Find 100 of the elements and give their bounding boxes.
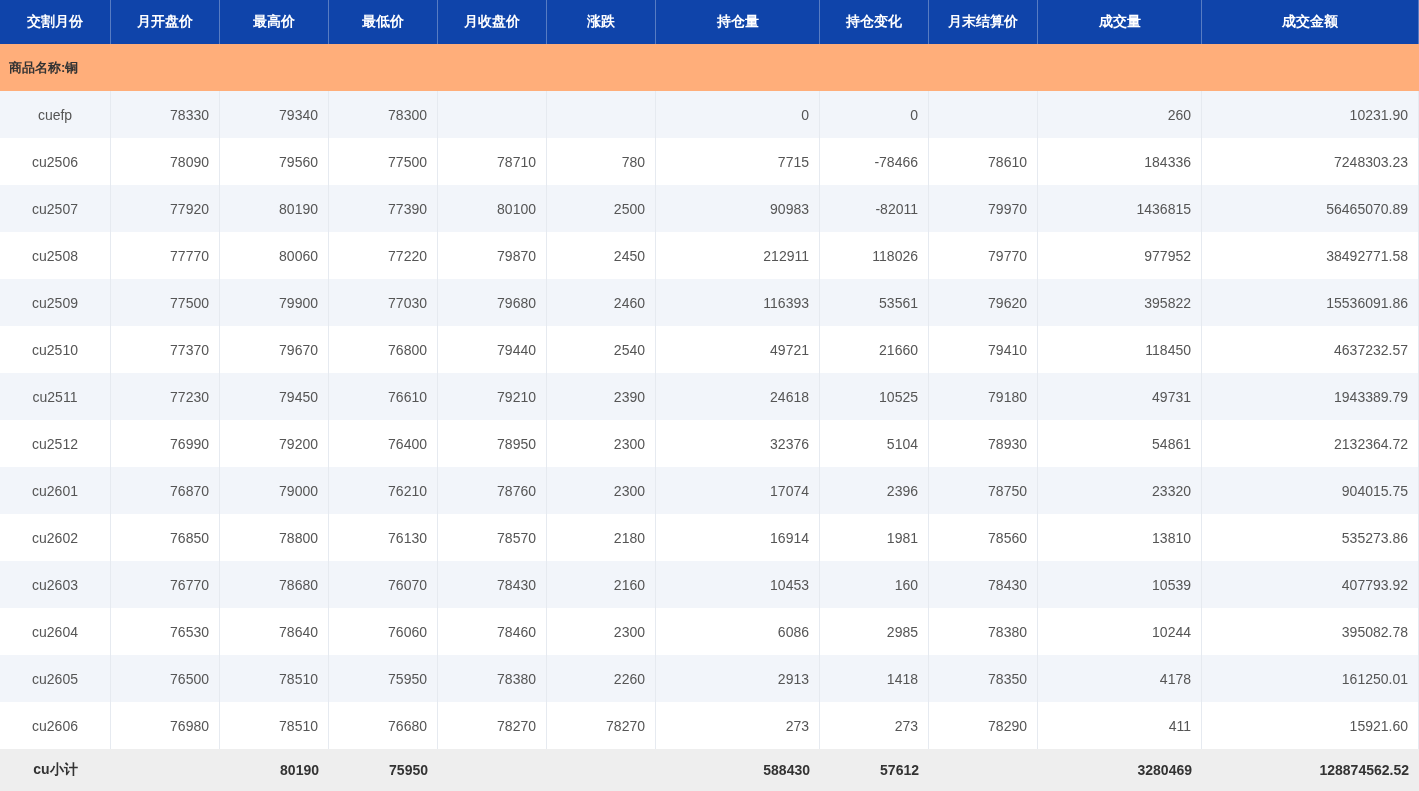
table-cell: 76800 (388, 341, 427, 358)
table-cell: 78800 (279, 529, 318, 546)
table-cell: 2180 (613, 529, 645, 546)
table-cell: 76530 (170, 623, 209, 640)
table-cell: 78750 (988, 482, 1027, 499)
table-cell: 54861 (1152, 435, 1191, 452)
table-cell: 79770 (988, 247, 1027, 264)
table-cell: 10539 (1152, 576, 1191, 593)
table-cell: 78560 (988, 529, 1027, 546)
table-cell: 79000 (279, 482, 318, 499)
table-cell: 78610 (988, 153, 1027, 170)
table-cell: 77390 (388, 200, 427, 217)
table-cell: 212911 (763, 247, 809, 264)
table-cell: 79680 (497, 294, 536, 311)
table-cell: cu2602 (32, 529, 78, 546)
table-cell: 2260 (613, 670, 645, 687)
table-cell: 80060 (279, 247, 318, 264)
table-cell: 76980 (170, 717, 209, 734)
table-cell: 77230 (170, 388, 209, 405)
table-cell: 2132364.72 (1334, 435, 1408, 452)
table-cell: 2450 (613, 247, 645, 264)
table-cell: 79200 (279, 435, 318, 452)
table-cell: 395822 (1144, 294, 1191, 311)
total-cell: 3280469 (1137, 762, 1192, 778)
table-cell: cu2603 (32, 576, 78, 593)
table-cell: 5104 (886, 435, 918, 452)
table-cell: 4178 (1159, 670, 1191, 687)
table-cell: 79870 (497, 247, 536, 264)
table-cell: 78270 (497, 717, 536, 734)
total-cell: 75950 (389, 762, 428, 778)
table-cell: 535273.86 (1341, 529, 1408, 546)
table-cell: 10244 (1152, 623, 1191, 640)
table-cell: 407793.92 (1341, 576, 1408, 593)
table-cell: 32376 (770, 435, 809, 452)
table-cell: cu2606 (32, 717, 78, 734)
table-cell: 977952 (1144, 247, 1191, 264)
table-cell: 77370 (170, 341, 209, 358)
table-cell: 79410 (988, 341, 1027, 358)
table-cell: 79340 (279, 106, 318, 123)
table-cell: 1943389.79 (1334, 388, 1408, 405)
table-cell: 76060 (388, 623, 427, 640)
table-cell: 10231.90 (1349, 106, 1408, 123)
table-cell: 2300 (613, 482, 645, 499)
table-cell: 161250.01 (1341, 670, 1408, 687)
table-cell: 56465070.89 (1326, 200, 1408, 217)
table-cell: 2300 (613, 435, 645, 452)
table-cell: 76610 (388, 388, 427, 405)
table-cell: 78930 (988, 435, 1027, 452)
table-cell: 24618 (770, 388, 809, 405)
table-cell: 49731 (1152, 388, 1191, 405)
table-cell: 2396 (886, 482, 918, 499)
table-cell: 78640 (279, 623, 318, 640)
table-cell: 7715 (777, 153, 809, 170)
table-cell: 17074 (770, 482, 809, 499)
table-cell: 77030 (388, 294, 427, 311)
table-cell: 78350 (988, 670, 1027, 687)
table-cell: 76770 (170, 576, 209, 593)
table-cell: cu2512 (32, 435, 78, 452)
table-cell: 1418 (886, 670, 918, 687)
table-cell: 79440 (497, 341, 536, 358)
table-cell: 76500 (170, 670, 209, 687)
table-cell: 2540 (613, 341, 645, 358)
table-cell: 78300 (388, 106, 427, 123)
table-cell: 0 (801, 106, 809, 123)
table-cell: 10525 (879, 388, 918, 405)
table-cell: 2985 (886, 623, 918, 640)
table-cell: cu2508 (32, 247, 78, 264)
table-cell: 38492771.58 (1326, 247, 1408, 264)
table-cell: 78710 (497, 153, 536, 170)
total-cell: 588430 (763, 762, 810, 778)
table-cell: 79210 (497, 388, 536, 405)
table-cell: 78510 (279, 670, 318, 687)
table-cell: 78090 (170, 153, 209, 170)
table-cell: 78330 (170, 106, 209, 123)
table-cell: 7248303.23 (1334, 153, 1408, 170)
table-cell: 78510 (279, 717, 318, 734)
table-cell: 78950 (497, 435, 536, 452)
table-cell: 77770 (170, 247, 209, 264)
table-cell: 78270 (606, 717, 645, 734)
table-cell: 160 (894, 576, 918, 593)
table-cell: 79670 (279, 341, 318, 358)
table-cell: 780 (621, 153, 645, 170)
table-cell: 0 (910, 106, 918, 123)
table-cell: 76210 (388, 482, 427, 499)
table-cell: 53561 (879, 294, 918, 311)
table-cell: 90983 (770, 200, 809, 217)
table-cell: 79620 (988, 294, 1027, 311)
table-cell: -82011 (875, 200, 918, 217)
table-cell: 79180 (988, 388, 1027, 405)
table-cell: 15536091.86 (1326, 294, 1408, 311)
table-cell: 116393 (763, 294, 809, 311)
table-cell: 77220 (388, 247, 427, 264)
table-cell: 78430 (988, 576, 1027, 593)
table-cell: 77500 (170, 294, 209, 311)
table-cell: 76400 (388, 435, 427, 452)
table-cell: cu2511 (32, 388, 78, 405)
table-cell: 395082.78 (1341, 623, 1408, 640)
table-cell: cu2506 (32, 153, 78, 170)
table-cell: 1436815 (1136, 200, 1191, 217)
table-cell: 78680 (279, 576, 318, 593)
